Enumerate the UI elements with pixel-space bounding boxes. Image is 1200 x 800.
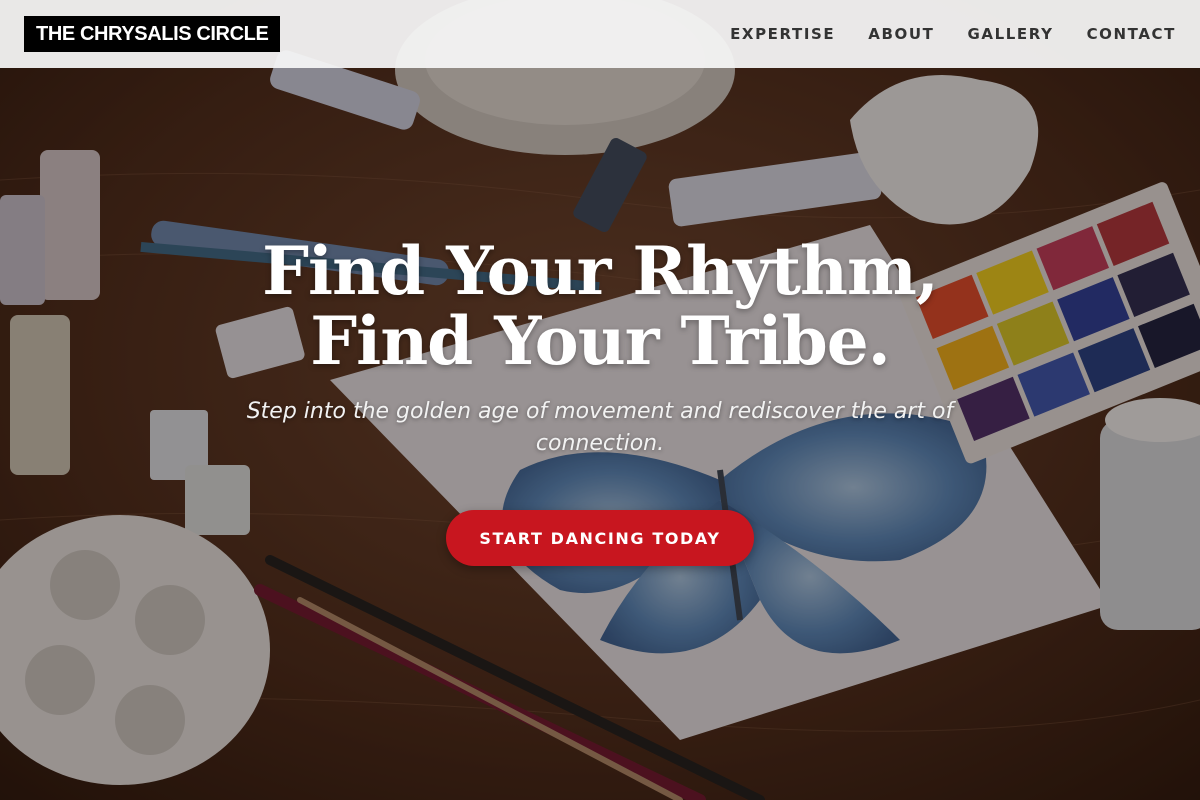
hero-headline-line-1: Find Your Rhythm, [262, 232, 939, 310]
nav-item-about[interactable]: ABOUT [868, 25, 934, 43]
site-header: THE CHRYSALIS CIRCLE EXPERTISE ABOUT GAL… [0, 0, 1200, 68]
start-dancing-button[interactable]: START DANCING TODAY [446, 510, 754, 566]
nav-item-expertise[interactable]: EXPERTISE [730, 25, 835, 43]
brand-logo[interactable]: THE CHRYSALIS CIRCLE [24, 16, 281, 52]
hero-section: Find Your Rhythm, Find Your Tribe. Step … [0, 0, 1200, 800]
hero-headline-line-2: Find Your Tribe. [310, 302, 890, 380]
hero-subheadline: Step into the golden age of movement and… [246, 399, 954, 456]
nav-item-contact[interactable]: CONTACT [1087, 25, 1176, 43]
nav-item-gallery[interactable]: GALLERY [967, 25, 1053, 43]
main-nav: EXPERTISE ABOUT GALLERY CONTACT [697, 25, 1176, 43]
hero-headline: Find Your Rhythm, Find Your Tribe. [150, 236, 1050, 376]
